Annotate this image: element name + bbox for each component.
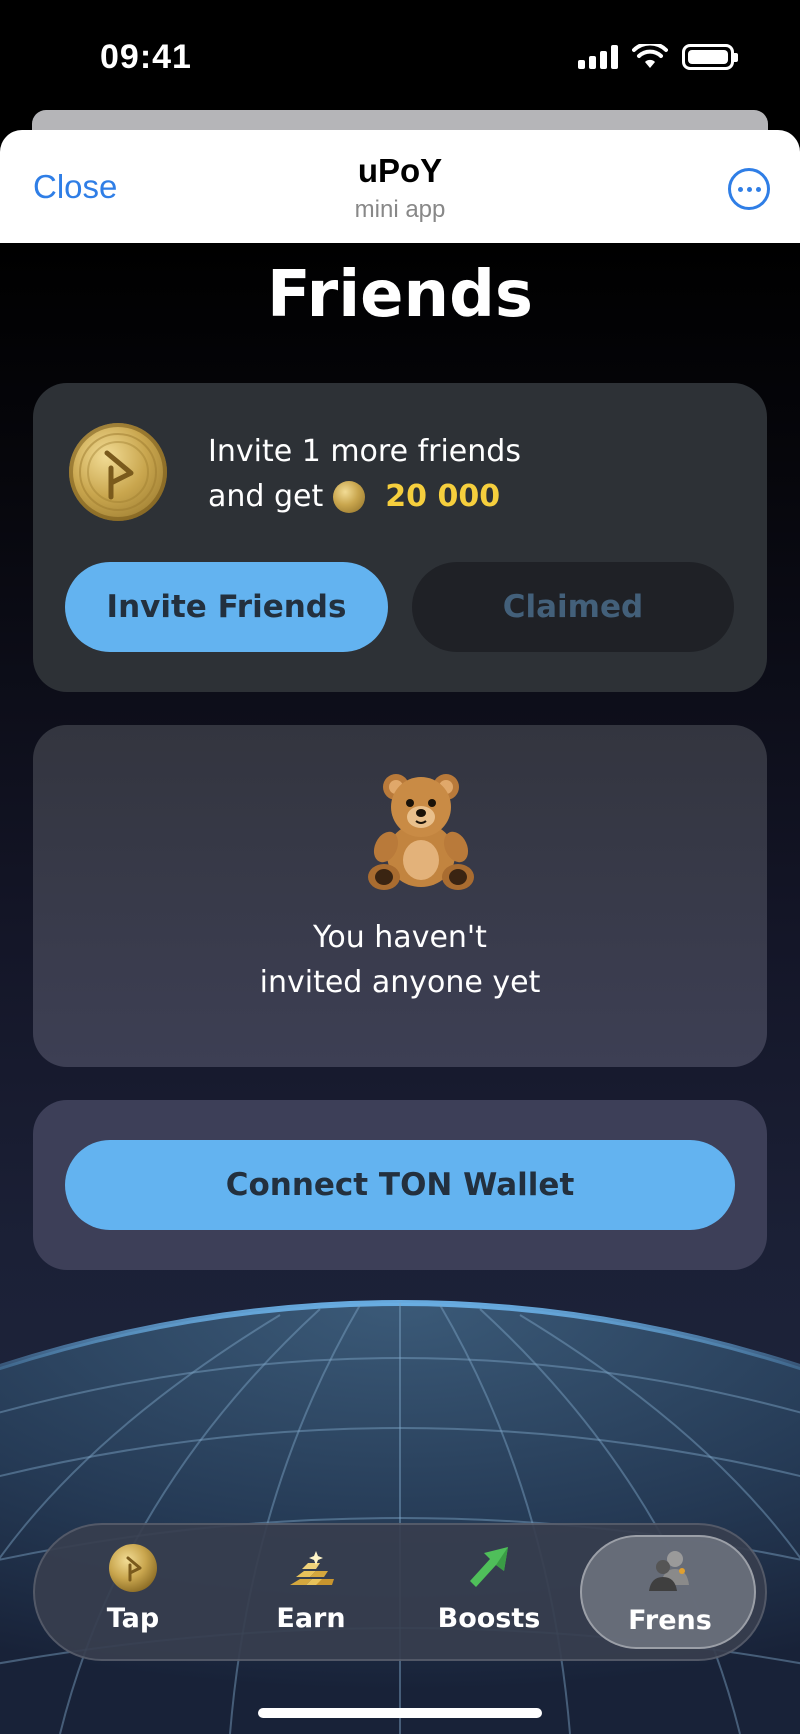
nav-item-frens[interactable]: Frens (580, 1535, 756, 1649)
empty-friends-card: You haven't invited anyone yet (33, 725, 767, 1067)
nav-label-earn: Earn (276, 1603, 346, 1634)
wallet-card: Connect TON Wallet (33, 1100, 767, 1270)
empty-state-message: You haven't invited anyone yet (33, 915, 767, 1005)
status-bar: 09:41 (0, 0, 800, 110)
nav-label-tap: Tap (106, 1603, 160, 1634)
nav-item-tap[interactable]: Tap (45, 1535, 221, 1649)
nav-item-boosts[interactable]: Boosts (401, 1535, 577, 1649)
invite-line-1: Invite 1 more friends (208, 434, 521, 469)
app-subtitle: mini app (354, 196, 446, 223)
connect-ton-wallet-button[interactable]: Connect TON Wallet (65, 1140, 735, 1230)
battery-icon (682, 44, 738, 70)
empty-state-line-2: invited anyone yet (259, 965, 541, 1000)
friends-icon (649, 1551, 689, 1591)
arrow-up-icon (470, 1547, 508, 1587)
claimed-button[interactable]: Claimed (412, 562, 734, 652)
nav-item-earn[interactable]: Earn (223, 1535, 399, 1649)
gold-bars-icon (290, 1551, 334, 1585)
app-header: Close uPoY mini app (0, 130, 800, 243)
app-title: uPoY (357, 152, 443, 189)
page-title: Friends (267, 258, 533, 332)
invite-line-2-prefix: and get (208, 479, 324, 514)
coin-icon (69, 423, 167, 521)
coin-icon (109, 1544, 157, 1592)
teddy-bear-icon (368, 774, 474, 890)
more-options-icon[interactable] (728, 168, 770, 210)
empty-state-line-1: You haven't (313, 920, 487, 955)
invite-line-2: and get 20 000 (208, 474, 521, 519)
signal-icon (578, 45, 618, 69)
wifi-icon (632, 44, 668, 68)
invite-card: Invite 1 more friends and get 20 000 Inv… (33, 383, 767, 692)
coin-icon (333, 480, 366, 513)
invite-friends-button[interactable]: Invite Friends (65, 562, 388, 652)
invite-description: Invite 1 more friends and get 20 000 (208, 429, 521, 519)
bottom-navigation: Tap Earn Boosts Frens (33, 1523, 767, 1661)
nav-label-frens: Frens (628, 1605, 712, 1636)
home-indicator[interactable] (258, 1708, 542, 1718)
status-icons (578, 44, 738, 70)
nav-label-boosts: Boosts (437, 1603, 541, 1634)
status-time: 09:41 (100, 38, 192, 76)
reward-amount: 20 000 (385, 479, 501, 514)
